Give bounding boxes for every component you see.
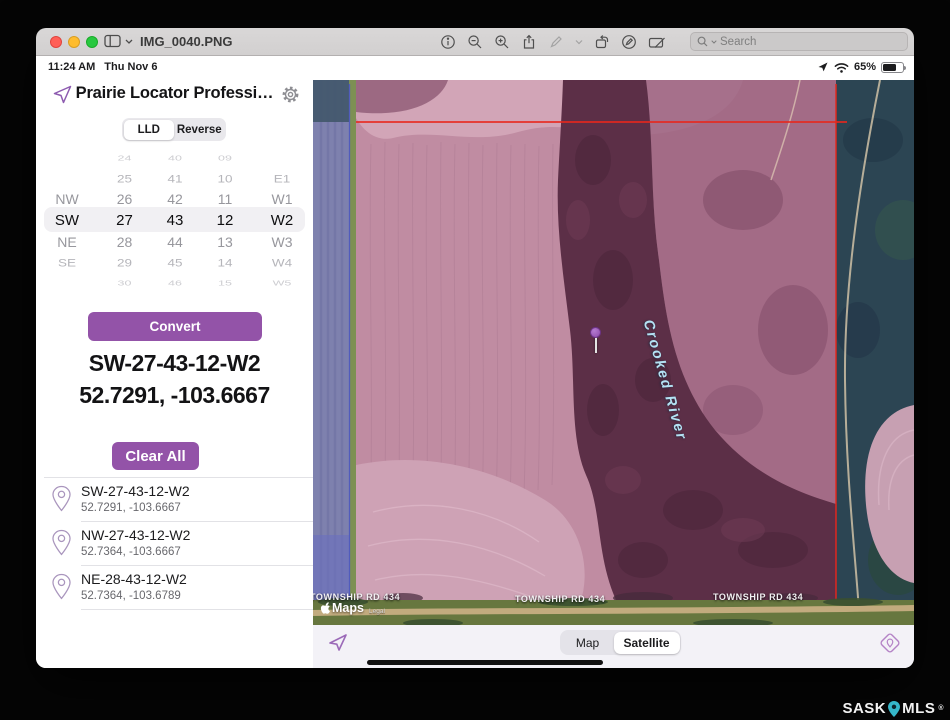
satellite-imagery: [313, 80, 914, 625]
mode-segmented-control: LLD Reverse: [122, 118, 226, 141]
app-sidebar: Prairie Locator Professi… LLD Reverse 24…: [36, 80, 313, 668]
zoom-out-icon[interactable]: [467, 34, 483, 50]
chevron-down-icon: [125, 39, 133, 44]
text-edit-icon[interactable]: [648, 34, 666, 50]
watermark-mls: MLS: [902, 700, 935, 717]
tracking-button[interactable]: [327, 628, 355, 656]
chevron-down-icon: [711, 40, 717, 44]
map-view[interactable]: Crooked River TOWNSHIP RD 434 TOWNSHIP R…: [313, 80, 914, 625]
picker-row[interactable]: 304615W5: [36, 278, 313, 289]
tab-reverse[interactable]: Reverse: [174, 120, 225, 140]
map-pin-icon: [51, 485, 72, 512]
map-pin-icon: [51, 529, 72, 556]
apple-logo-icon: [320, 602, 330, 614]
saved-location-coords: 52.7291, -103.6667: [81, 502, 181, 514]
search-field[interactable]: [690, 32, 908, 51]
result-lld: SW-27-43-12-W2: [36, 350, 313, 377]
saved-location-coords: 52.7364, -103.6789: [81, 590, 181, 602]
rotate-icon[interactable]: [594, 34, 610, 50]
window-titlebar[interactable]: IMG_0040.PNG: [36, 28, 914, 56]
picker-row[interactable]: 254110E1: [36, 170, 313, 187]
divider: [81, 609, 313, 610]
status-time: 11:24 AM: [48, 61, 95, 73]
diamond-pin-icon: [879, 632, 901, 654]
picker-row[interactable]: SE294514W4: [36, 254, 313, 271]
dropped-pin-stick: [595, 336, 597, 353]
lld-picker-wheel[interactable]: 244009 254110E1 NW264211W1 SW274312W2 NE…: [36, 148, 313, 292]
saved-location-item[interactable]: NE-28-43-12-W2 52.7364, -103.6789: [36, 566, 313, 610]
watermark-registered: ®: [938, 705, 944, 712]
window-title: IMG_0040.PNG: [140, 28, 233, 56]
maps-logo-text: Maps: [332, 601, 364, 615]
minimize-button[interactable]: [68, 36, 80, 48]
legal-link[interactable]: Legal: [369, 608, 385, 615]
app-header: Prairie Locator Professi…: [36, 82, 313, 108]
road-label: TOWNSHIP RD 434: [515, 594, 605, 604]
battery-icon: [881, 62, 904, 73]
wifi-icon: [834, 62, 849, 73]
app-title: Prairie Locator Professi…: [72, 84, 277, 103]
picker-row-selected[interactable]: SW274312W2: [36, 210, 313, 233]
picker-row[interactable]: NE284413W3: [36, 232, 313, 253]
apple-maps-logo: Maps: [320, 601, 364, 615]
map-type-segmented-control: Map Satellite: [560, 630, 681, 655]
saved-location-coords: 52.7364, -103.6667: [81, 546, 181, 558]
sidebar-icon: [104, 34, 121, 48]
teal-pin-icon: [888, 701, 900, 717]
clear-all-button[interactable]: Clear All: [112, 442, 199, 470]
saved-location-item[interactable]: SW-27-43-12-W2 52.7291, -103.6667: [36, 478, 313, 522]
chevron-down-small-icon[interactable]: [575, 39, 583, 45]
marker-tool-button[interactable]: [879, 630, 905, 656]
convert-button[interactable]: Convert: [88, 312, 262, 341]
battery-percent: 65%: [854, 61, 876, 73]
sidebar-toggle-button[interactable]: [104, 34, 133, 48]
watermark-sask: SASK: [842, 700, 886, 717]
map-pin-icon: [51, 573, 72, 600]
saskmls-watermark: SASK MLS ®: [842, 700, 944, 717]
ios-status-bar: 11:24 AM Thu Nov 6 65%: [36, 56, 914, 80]
maximize-button[interactable]: [86, 36, 98, 48]
status-date: Thu Nov 6: [104, 61, 157, 73]
preview-window: IMG_0040.PNG 11:24: [36, 28, 914, 668]
search-input[interactable]: [720, 36, 870, 48]
search-icon: [697, 36, 708, 47]
location-services-icon: [817, 61, 829, 73]
location-arrow-icon: [52, 84, 73, 105]
picker-row[interactable]: NW264211W1: [36, 189, 313, 210]
home-indicator[interactable]: [367, 660, 603, 665]
info-icon[interactable]: [440, 34, 456, 50]
saved-location-item[interactable]: NW-27-43-12-W2 52.7364, -103.6667: [36, 522, 313, 566]
saved-location-lld: NE-28-43-12-W2: [81, 571, 187, 587]
tab-lld[interactable]: LLD: [124, 120, 175, 140]
close-button[interactable]: [50, 36, 62, 48]
desktop-background: IMG_0040.PNG 11:24: [0, 0, 950, 720]
result-coordinates: 52.7291, -103.6667: [36, 382, 313, 409]
ipad-screenshot: 11:24 AM Thu Nov 6 65% Prairie Locator P…: [36, 56, 914, 668]
dropped-pin[interactable]: [590, 327, 601, 338]
share-icon[interactable]: [521, 34, 537, 50]
annotate-icon[interactable]: [621, 34, 637, 50]
tab-satellite[interactable]: Satellite: [614, 632, 680, 654]
picker-row[interactable]: 244009: [36, 153, 313, 164]
location-arrow-icon: [327, 631, 349, 653]
saved-location-lld: SW-27-43-12-W2: [81, 483, 190, 499]
zoom-in-icon[interactable]: [494, 34, 510, 50]
road-label: TOWNSHIP RD 434: [713, 592, 803, 602]
saved-location-lld: NW-27-43-12-W2: [81, 527, 190, 543]
markup-pen-icon[interactable]: [548, 34, 564, 50]
tab-map[interactable]: Map: [562, 632, 614, 654]
gear-icon[interactable]: [280, 84, 301, 105]
